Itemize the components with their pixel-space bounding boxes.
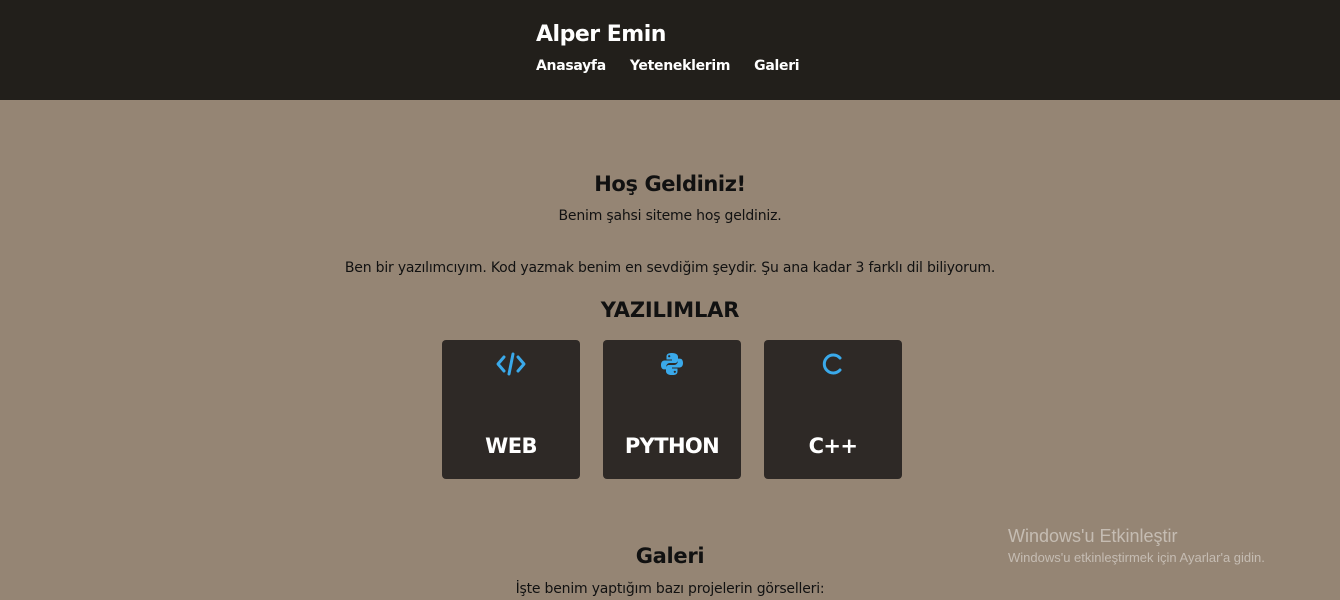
watermark-subtitle: Windows'u etkinleştirmek için Ayarlar'a … <box>1008 550 1265 565</box>
python-icon <box>603 350 741 378</box>
windows-activation-watermark: Windows'u Etkinleştir Windows'u etkinleş… <box>1008 526 1265 565</box>
software-title: YAZILIMLAR <box>600 298 740 322</box>
card-python-label: PYTHON <box>624 434 720 458</box>
watermark-title: Windows'u Etkinleştir <box>1008 526 1178 546</box>
card-cpp-label: C++ <box>808 434 858 458</box>
nav-link-yeteneklerim[interactable]: Yeteneklerim <box>630 58 731 74</box>
site-brand[interactable]: Alper Emin <box>536 22 666 47</box>
main-nav: Anasayfa Yeteneklerim Galeri <box>536 58 800 74</box>
gallery-subtitle: İşte benim yaptığım bazı projelerin görs… <box>515 581 825 597</box>
nav-link-galeri[interactable]: Galeri <box>754 58 799 74</box>
card-cpp[interactable]: C++ <box>764 340 902 479</box>
site-header: Alper Emin Anasayfa Yeteneklerim Galeri <box>0 0 1340 100</box>
code-icon <box>442 350 580 378</box>
intro-text: Ben bir yazılımcıyım. Kod yazmak benim e… <box>344 260 996 276</box>
c-letter-icon <box>764 350 902 378</box>
software-cards: WEB PYTHON C++ <box>442 340 902 479</box>
welcome-subtitle: Benim şahsi siteme hoş geldiniz. <box>558 208 782 224</box>
card-web-label: WEB <box>485 434 537 458</box>
card-web[interactable]: WEB <box>442 340 580 479</box>
welcome-title: Hoş Geldiniz! <box>594 172 746 196</box>
nav-link-anasayfa[interactable]: Anasayfa <box>536 58 606 74</box>
card-python[interactable]: PYTHON <box>603 340 741 479</box>
